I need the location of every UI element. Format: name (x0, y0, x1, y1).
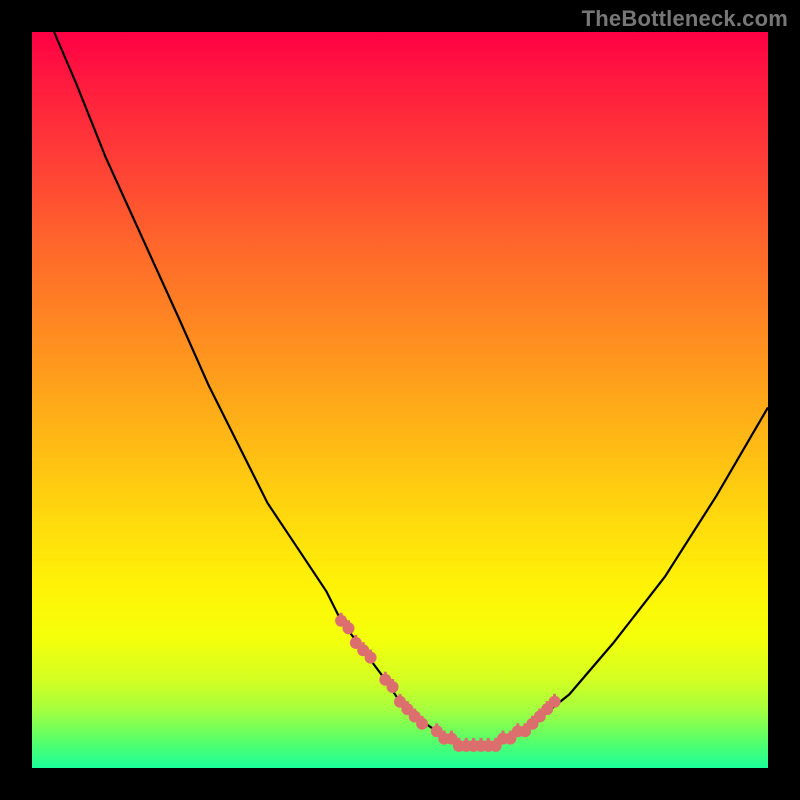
flat-region-markers (335, 613, 560, 752)
watermark-text: TheBottleneck.com (582, 6, 788, 32)
curve-svg (32, 32, 768, 768)
chart-stage: TheBottleneck.com (0, 0, 800, 800)
bottleneck-curve (54, 32, 768, 746)
plot-area (32, 32, 768, 768)
